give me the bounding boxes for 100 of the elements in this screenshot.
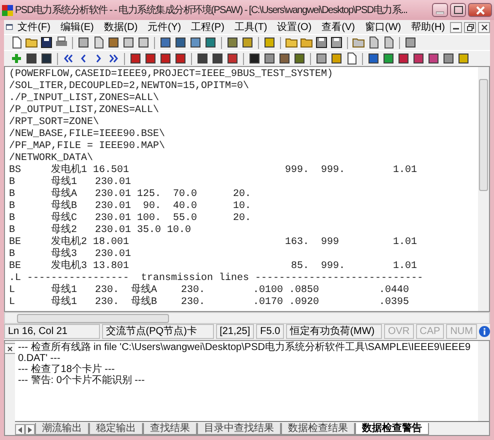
scrollbar[interactable] — [4, 312, 490, 324]
code-line: B 母线A 230.01 125. 70.0 20. — [9, 189, 252, 200]
code-line: BE 发电机3 13.801 85. 999. 1.01 — [9, 261, 418, 272]
tool-icon[interactable] — [174, 52, 187, 65]
folder-icon[interactable] — [285, 36, 298, 49]
code-line: BS 发电机1 16.501 999. 999. 1.01 — [9, 165, 418, 176]
output-tab[interactable]: 数据检查警告 — [355, 423, 429, 435]
code-line: B 母线1 230.01 — [9, 177, 132, 188]
tool-icon[interactable] — [241, 36, 254, 49]
maximize-icon — [454, 6, 462, 14]
code-line: /RPT_SORT=ZONE\ — [9, 117, 100, 128]
tool-icon[interactable] — [315, 52, 328, 65]
menu-item[interactable]: 工具(T) — [229, 20, 272, 34]
close-button[interactable] — [4, 343, 16, 354]
menu-item[interactable]: 帮助(H) — [406, 20, 450, 34]
status-field: [21,25] — [216, 324, 254, 339]
tool-icon[interactable] — [412, 52, 425, 65]
code-line: /NETWORK_DATA\ — [9, 153, 94, 164]
save-icon[interactable] — [40, 36, 53, 49]
scrollbar[interactable] — [478, 67, 489, 311]
code-line: .L ----------------- transmission lines ---------------------------- — [9, 273, 424, 284]
minimize-button[interactable] — [450, 22, 462, 32]
output-tab[interactable]: 数据检查结果 — [281, 423, 355, 435]
output-line: --- 警告: 0个卡片不能识别 --- — [18, 375, 146, 386]
right-arrow-icon — [28, 426, 32, 432]
output-line: --- 检查所有线路 in file 'C:\Users\wangwei\Desktop\PSD电力系统分析软件工具\SAMPLE\IEEE9\IEEE90.DAT' --- — [18, 342, 472, 364]
tool-icon[interactable] — [278, 52, 291, 65]
status-field: F5.0 — [256, 324, 284, 339]
folder-icon[interactable] — [352, 36, 365, 49]
output-tab[interactable]: 潮流输出 — [35, 423, 89, 435]
info-icon — [478, 326, 490, 337]
code-line: B 母线3 230.01 — [9, 249, 132, 260]
code-line: B 母线B 230.01 90. 40.0 10. — [9, 201, 252, 212]
menu-item[interactable]: 窗口(W) — [360, 20, 406, 34]
menu-item[interactable]: 工程(P) — [186, 20, 230, 34]
status-field: 恒定有功负荷(MW) — [286, 324, 382, 339]
menu-item[interactable]: 编辑(E) — [56, 20, 99, 34]
tool-icon[interactable] — [226, 52, 239, 65]
tool-icon[interactable] — [382, 52, 395, 65]
close-icon — [7, 346, 13, 352]
tool-icon[interactable] — [457, 52, 470, 65]
close-icon — [476, 6, 484, 14]
tool-icon[interactable] — [330, 52, 343, 65]
output-tab[interactable]: 查找结果 — [143, 423, 197, 435]
left-arrow-icon — [18, 426, 22, 432]
status-field: OVR — [384, 324, 414, 339]
close-icon — [480, 24, 488, 30]
menu-item[interactable]: 数据(D) — [98, 20, 143, 34]
double-left-icon[interactable] — [62, 52, 75, 65]
menu-item[interactable]: 设置(O) — [272, 20, 317, 34]
document-icon[interactable] — [6, 22, 13, 32]
copy-icon[interactable] — [382, 36, 395, 49]
scrollbar[interactable] — [478, 341, 489, 421]
scroll-left-button[interactable] — [15, 424, 25, 435]
code-line: /NEW_BASE,FILE=IEEE90.BSE\ — [9, 129, 166, 140]
maximize-button[interactable] — [450, 3, 466, 17]
menu-item[interactable]: 文件(F) — [12, 20, 56, 34]
printer-icon[interactable] — [55, 36, 68, 49]
status-field: 交流节点(PQ节点)卡 — [102, 324, 214, 339]
output-tab[interactable]: 稳定输出 — [89, 423, 143, 435]
copy-icon[interactable] — [92, 36, 105, 49]
tool-icon[interactable] — [442, 52, 455, 65]
menu-item[interactable]: 查看(V) — [316, 20, 360, 34]
status-field: Ln 16, Col 21 — [4, 324, 100, 339]
copy-icon[interactable] — [367, 36, 380, 49]
close-button[interactable] — [478, 22, 490, 32]
restore-button[interactable] — [464, 22, 476, 32]
tool-icon[interactable] — [159, 52, 172, 65]
code-line: /PF_MAP,FILE = IEEE90.MAP\ — [9, 141, 166, 152]
scroll-right-button[interactable] — [25, 424, 35, 435]
code-line: L 母线1 230. 母线B 230. .0170 .0920 .0395 — [9, 297, 410, 309]
code-line: (POWERFLOW,CASEID=IEEE9,PROJECT=IEEE_9BUS_TEST_SYSTEM) — [9, 69, 334, 80]
tool-icon[interactable] — [367, 52, 380, 65]
tool-icon[interactable] — [226, 36, 239, 49]
document-icon[interactable] — [10, 36, 23, 49]
minimize-button[interactable] — [432, 3, 448, 17]
tool-icon[interactable] — [427, 52, 440, 65]
output-line: --- 检查了18个卡片 --- — [18, 364, 116, 375]
code-line: L 母线1 230. 母线A 230. .0100 .0850 .0440 — [9, 285, 410, 296]
code-line: /P_OUTPUT_LIST,ZONES=ALL\ — [9, 105, 160, 116]
folder-icon[interactable] — [25, 36, 38, 49]
double-right-icon[interactable] — [107, 52, 120, 65]
window-title: PSD电力系统分析软件 - - 电力系统集成分析环境(PSAW) - [C:\Users\wangwei\Desktop\PSD电力系... — [15, 4, 408, 17]
restore-icon — [466, 24, 474, 30]
tool-icon[interactable] — [211, 52, 224, 65]
code-line: ./P_INPUT_LIST,ZONES=ALL\ — [9, 93, 160, 104]
tool-icon[interactable] — [293, 52, 306, 65]
folder-icon[interactable] — [300, 36, 313, 49]
menu-item[interactable]: 元件(Y) — [142, 20, 186, 34]
tool-icon[interactable] — [144, 52, 157, 65]
status-field: CAP — [416, 324, 444, 339]
close-button[interactable] — [468, 3, 492, 17]
tool-icon[interactable] — [397, 52, 410, 65]
app-icon — [2, 4, 13, 16]
tool-icon[interactable] — [196, 52, 209, 65]
output-tab[interactable]: 目录中查找结果 — [197, 423, 281, 435]
code-line: /SOL_ITER,DECOUPLED=2,NEWTON=15,OPITM=0\ — [9, 81, 250, 92]
code-line: B 母线C 230.01 100. 55.0 20. — [9, 213, 252, 224]
tool-icon[interactable] — [129, 52, 142, 65]
code-line: BE 发电机2 18.001 163. 999 1.01 — [9, 237, 418, 248]
